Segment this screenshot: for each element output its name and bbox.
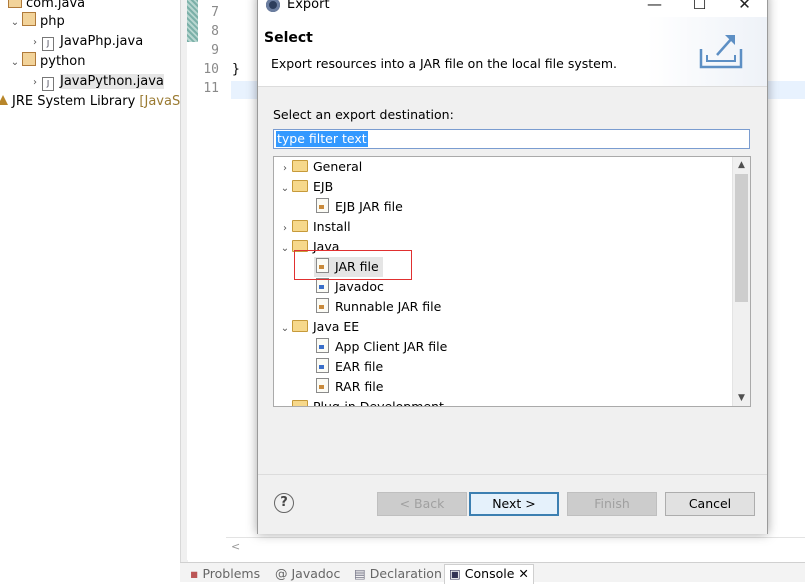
cancel-button[interactable]: Cancel <box>665 492 755 516</box>
package-icon <box>8 0 22 8</box>
chevron-right-icon[interactable]: › <box>28 33 42 53</box>
ejb-jar-icon <box>316 198 329 213</box>
code-text: } <box>232 62 240 77</box>
help-icon[interactable]: ? <box>274 493 294 513</box>
annotation-highlight-box <box>294 250 412 280</box>
overview-ruler-marker <box>187 0 198 42</box>
explorer-item-python[interactable]: ⌄ python <box>8 52 85 72</box>
folder-icon <box>292 180 308 192</box>
line-number: 11 <box>203 81 219 96</box>
explorer-item-jre-library[interactable]: JRE System Library [JavaSE-1 <box>0 92 201 112</box>
package-icon <box>22 52 36 66</box>
wizard-header: Select Export resources into a JAR file … <box>258 17 767 87</box>
dialog-title: Export <box>287 0 330 12</box>
tab-console[interactable]: ▣ Console ✕ <box>444 564 534 584</box>
tree-item-ejb[interactable]: ⌄ EJB <box>278 177 333 197</box>
line-number: 7 <box>211 5 219 20</box>
tree-item-rar-file[interactable]: RAR file <box>316 377 383 397</box>
tree-scrollbar[interactable]: ▲ ▼ <box>732 157 750 406</box>
tab-problems[interactable]: ▪ Problems <box>190 566 260 581</box>
declaration-icon: ▤ <box>354 566 366 581</box>
line-number: 8 <box>211 24 219 39</box>
runnable-jar-icon <box>316 298 329 313</box>
chevron-right-icon[interactable]: › <box>278 219 292 239</box>
minimize-button[interactable]: — <box>632 0 677 17</box>
tab-declaration[interactable]: ▤ Declaration <box>354 566 442 581</box>
bottom-view-tabs: ▪ Problems @ Javadoc ▤ Declaration ▣ Con… <box>180 562 805 584</box>
back-button[interactable]: < Back <box>377 492 467 516</box>
rar-file-icon <box>316 378 329 393</box>
folder-icon <box>292 220 308 232</box>
chevron-right-icon[interactable]: › <box>278 399 292 406</box>
chevron-down-icon[interactable]: ⌄ <box>8 13 22 33</box>
scroll-left-icon[interactable]: < <box>231 540 240 553</box>
explorer-item-javapython[interactable]: › J JavaPython.java <box>28 72 164 92</box>
page-title: Select <box>264 30 313 46</box>
horizontal-scrollbar[interactable]: < <box>226 537 805 555</box>
tree-item-ear-file[interactable]: EAR file <box>316 357 383 377</box>
chevron-down-icon[interactable]: ⌄ <box>278 319 292 339</box>
dialog-button-bar: ? < Back Next > Finish Cancel <box>258 474 767 534</box>
close-icon[interactable]: ✕ <box>518 566 528 581</box>
library-icon <box>0 95 8 105</box>
javadoc-icon <box>316 278 329 293</box>
tree-item-general[interactable]: › General <box>278 157 362 177</box>
ear-file-icon <box>316 358 329 373</box>
explorer-item-php[interactable]: ⌄ php <box>8 12 65 32</box>
chevron-down-icon[interactable]: ⌄ <box>278 179 292 199</box>
chevron-down-icon[interactable]: ⌄ <box>8 53 22 73</box>
scrollbar-thumb[interactable] <box>735 174 748 302</box>
tree-item-runnable-jar[interactable]: Runnable JAR file <box>316 297 441 317</box>
package-explorer: com.java ⌄ php › J JavaPhp.java ⌄ python › J J… <box>0 0 201 581</box>
tree-item-ejb-jar-file[interactable]: EJB JAR file <box>316 197 403 217</box>
export-wizard-icon <box>699 35 743 69</box>
close-button[interactable]: ✕ <box>722 0 767 17</box>
package-icon <box>22 12 36 26</box>
destination-label: Select an export destination: <box>273 107 454 122</box>
tree-item-plugin-development[interactable]: ›Plug-in Development <box>278 397 444 406</box>
line-number: 9 <box>211 43 219 58</box>
problems-icon: ▪ <box>190 566 199 581</box>
filter-input[interactable]: type filter text <box>273 129 750 149</box>
line-number: 10 <box>203 62 219 77</box>
maximize-button[interactable]: ☐ <box>677 0 722 17</box>
finish-button[interactable]: Finish <box>567 492 657 516</box>
chevron-right-icon[interactable]: › <box>28 73 42 93</box>
page-description: Export resources into a JAR file on the … <box>271 56 617 71</box>
folder-icon <box>292 320 308 332</box>
folder-icon <box>292 160 308 172</box>
eclipse-icon <box>266 0 280 12</box>
destination-tree[interactable]: › General ⌄ EJB EJB JAR file › Install ⌄ Jav… <box>273 156 751 407</box>
tree-item-install[interactable]: › Install <box>278 217 351 237</box>
tree-item-java-ee[interactable]: ⌄ Java EE <box>278 317 359 337</box>
scroll-up-icon[interactable]: ▲ <box>733 157 750 173</box>
console-icon: ▣ <box>449 566 461 581</box>
tab-javadoc[interactable]: @ Javadoc <box>275 566 340 581</box>
chevron-down-icon[interactable]: ⌄ <box>278 239 292 259</box>
java-file-icon: J <box>42 37 54 51</box>
dialog-title-bar[interactable]: Export — ☐ ✕ <box>258 0 767 17</box>
chevron-right-icon[interactable]: › <box>278 159 292 179</box>
app-client-jar-icon <box>316 338 329 353</box>
java-file-icon: J <box>42 77 54 91</box>
next-button[interactable]: Next > <box>469 492 559 516</box>
tree-item-javadoc[interactable]: Javadoc <box>316 277 384 297</box>
tree-item-app-client-jar[interactable]: App Client JAR file <box>316 337 447 357</box>
folder-icon <box>292 400 308 406</box>
filter-text: type filter text <box>276 131 368 147</box>
explorer-item-javaphp[interactable]: › J JavaPhp.java <box>28 32 143 52</box>
export-dialog: Export — ☐ ✕ Select Export resources int… <box>257 0 768 534</box>
scroll-down-icon[interactable]: ▼ <box>733 390 750 406</box>
